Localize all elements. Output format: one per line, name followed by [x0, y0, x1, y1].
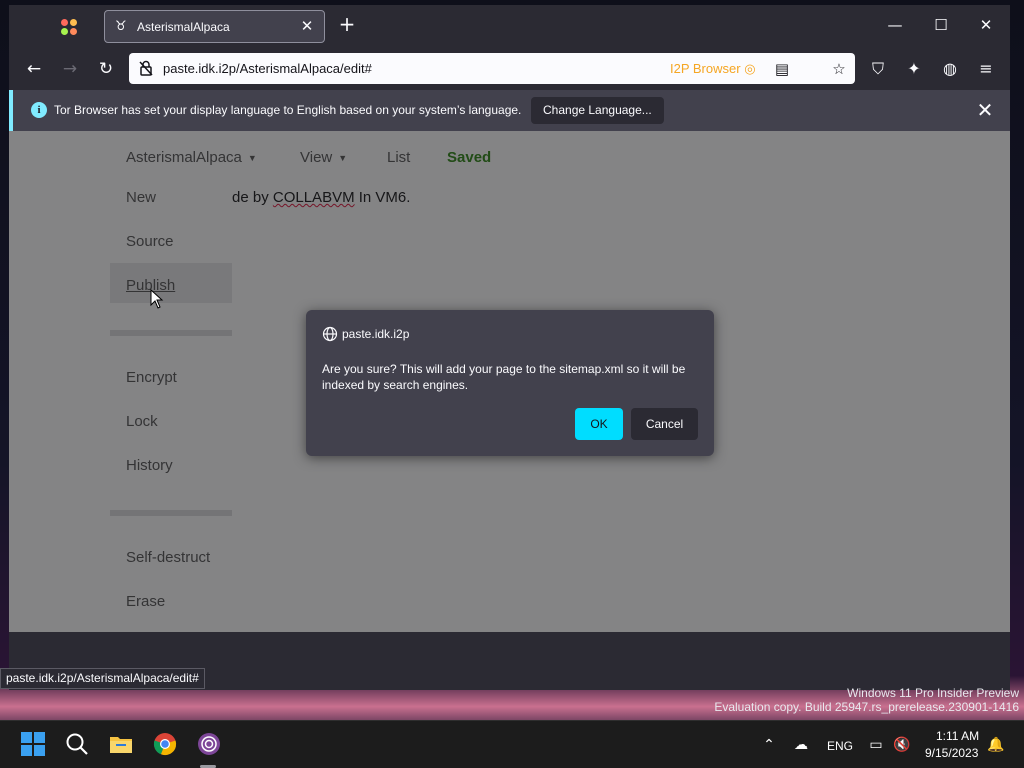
reader-view-icon[interactable]: ▤ — [772, 59, 792, 79]
navigation-bar: ← → ↻ paste.idk.i2p/AsterismalAlpaca/edi… — [9, 47, 1010, 90]
reload-icon[interactable]: ↻ — [95, 58, 117, 80]
tab-bar: ♉ AsterismalAlpaca ✕ + — ☐ ✕ — [9, 5, 1010, 47]
shield-icon[interactable]: ⛉ — [867, 58, 889, 80]
insecure-lock-icon[interactable] — [137, 59, 155, 77]
taskbar: ⌃ ☁ ENG ▭ 🔇 1:11 AM 9/15/2023 🔔 — [0, 720, 1024, 768]
volume-muted-icon[interactable]: 🔇 — [893, 736, 911, 754]
minimize-icon[interactable]: — — [885, 15, 905, 35]
hamburger-menu-icon[interactable]: ≡ — [975, 58, 997, 80]
bookmark-star-icon[interactable]: ☆ — [829, 59, 849, 79]
mouse-cursor-icon — [150, 289, 164, 309]
new-identity-broom-icon[interactable]: ✦ — [903, 58, 925, 80]
chevron-up-icon[interactable]: ⌃ — [760, 736, 778, 754]
tor-circuit-icon[interactable]: ◍ — [939, 58, 961, 80]
url-text: paste.idk.i2p/AsterismalAlpaca/edit# — [163, 61, 372, 76]
i2p-badge-label: I2P Browser — [670, 61, 741, 76]
chrome-icon[interactable] — [152, 731, 178, 757]
confirm-dialog: paste.idk.i2p Are you sure? This will ad… — [306, 310, 714, 456]
network-icon[interactable]: ▭ — [867, 736, 885, 754]
clock-time[interactable]: 1:11 AM — [936, 729, 979, 743]
close-window-icon[interactable]: ✕ — [976, 15, 996, 35]
tor-browser-icon[interactable] — [196, 731, 222, 757]
language-notification-bar: i Tor Browser has set your display langu… — [9, 90, 1010, 131]
status-bar-url: paste.idk.i2p/AsterismalAlpaca/edit# — [0, 668, 205, 689]
firefox-view-icon[interactable] — [59, 17, 79, 37]
maximize-icon[interactable]: ☐ — [931, 15, 951, 35]
tab-asterismal-alpaca[interactable]: ♉ AsterismalAlpaca ✕ — [104, 10, 325, 43]
notification-bell-icon[interactable]: 🔔 — [987, 736, 1005, 754]
language-indicator[interactable]: ENG — [827, 739, 853, 753]
notification-close-icon[interactable]: ✕ — [974, 99, 996, 121]
globe-icon — [322, 326, 338, 342]
notification-text: Tor Browser has set your display languag… — [54, 103, 522, 117]
dialog-message: Are you sure? This will add your page to… — [322, 362, 686, 392]
watermark-line2: Evaluation copy. Build 25947.rs_prerelea… — [714, 700, 1019, 714]
tab-close-icon[interactable]: ✕ — [298, 17, 316, 35]
forward-icon[interactable]: → — [59, 58, 81, 80]
i2p-browser-badge: I2P Browser ◎ — [670, 61, 756, 77]
start-windows-icon[interactable] — [20, 731, 46, 757]
fingerprint-icon: ◎ — [744, 61, 756, 76]
search-icon[interactable] — [64, 731, 90, 757]
tab-title: AsterismalAlpaca — [137, 20, 230, 34]
clock-date[interactable]: 9/15/2023 — [925, 746, 978, 760]
url-bar[interactable]: paste.idk.i2p/AsterismalAlpaca/edit# I2P… — [129, 53, 855, 84]
back-icon[interactable]: ← — [23, 58, 45, 80]
windows-watermark: Windows 11 Pro Insider Preview Evaluatio… — [714, 686, 1019, 714]
watermark-line1: Windows 11 Pro Insider Preview — [847, 686, 1019, 700]
change-language-button[interactable]: Change Language... — [531, 97, 664, 124]
ok-button[interactable]: OK — [575, 408, 623, 440]
new-tab-icon[interactable]: + — [337, 14, 357, 35]
bull-favicon-icon: ♉ — [115, 19, 127, 34]
info-icon: i — [31, 102, 47, 118]
dialog-origin: paste.idk.i2p — [342, 327, 410, 341]
file-explorer-icon[interactable] — [108, 731, 134, 757]
onedrive-icon[interactable]: ☁ — [792, 736, 810, 754]
cancel-button[interactable]: Cancel — [631, 408, 698, 440]
